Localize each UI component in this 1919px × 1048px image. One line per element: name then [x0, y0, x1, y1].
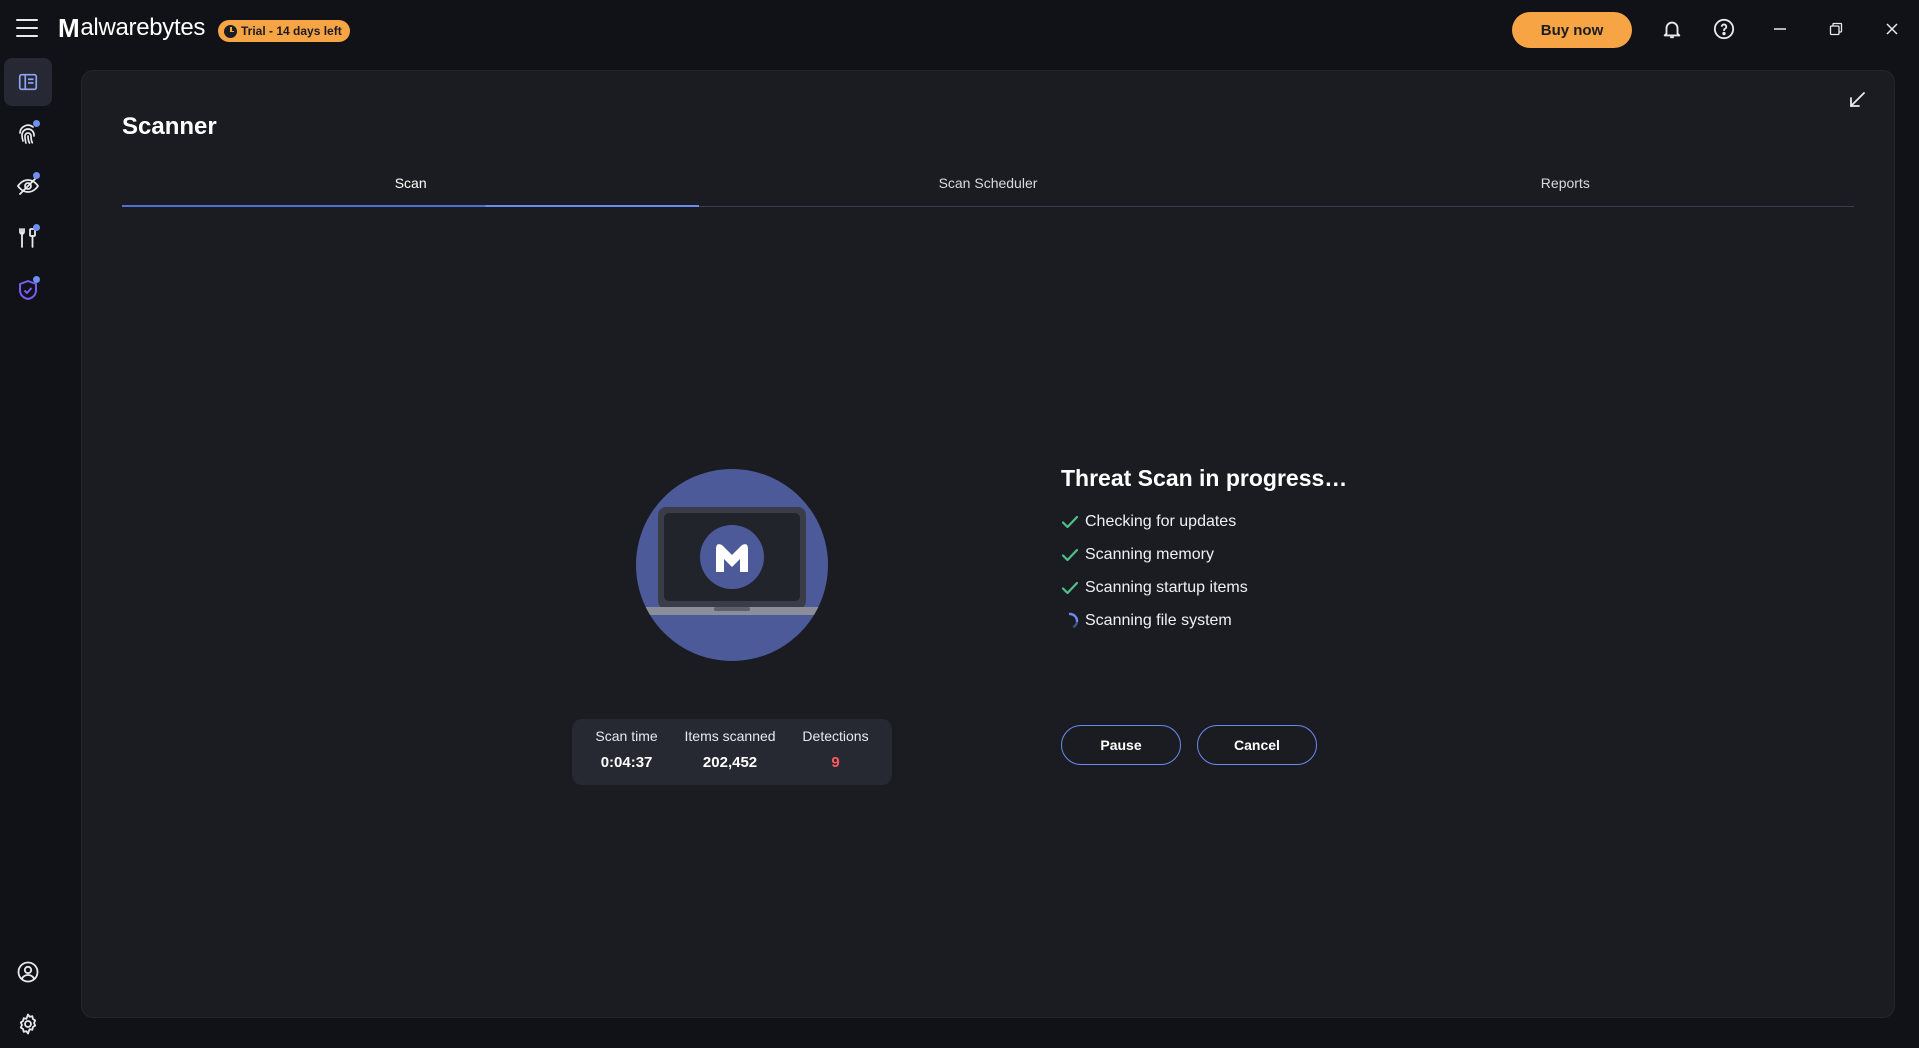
buy-now-button[interactable]: Buy now: [1512, 12, 1632, 48]
stat-scan-time: Scan time 0:04:37: [595, 728, 657, 785]
tab-scan-scheduler-label: Scan Scheduler: [938, 175, 1038, 191]
step-label: Checking for updates: [1085, 512, 1237, 530]
collapse-panel-icon[interactable]: [1842, 85, 1872, 115]
step-label: Scanning file system: [1085, 611, 1232, 629]
spinner-icon: [1061, 612, 1079, 630]
bell-icon[interactable]: [1658, 15, 1686, 43]
scan-stats-card: Scan time 0:04:37 Items scanned 202,452 …: [572, 719, 892, 785]
stat-value: 202,452: [702, 754, 758, 771]
checkmark-icon: [1061, 513, 1079, 531]
tab-reports-label: Reports: [1540, 175, 1590, 191]
title-bar: Malwarebytes Trial - 14 days left Buy no…: [0, 0, 1919, 58]
notification-dot: [33, 120, 40, 127]
tab-scan-label: Scan: [394, 175, 427, 191]
cancel-button[interactable]: Cancel: [1197, 725, 1317, 765]
scanner-panel: Scanner Scan Scan Scheduler Reports Scan…: [81, 70, 1895, 1018]
notification-dot: [33, 276, 40, 283]
list-item: Checking for updates: [1061, 505, 1248, 538]
minimize-icon[interactable]: [1766, 15, 1794, 43]
logo-mark: M: [58, 12, 80, 43]
help-icon[interactable]: [1710, 15, 1738, 43]
settings-gear-icon: [19, 1013, 37, 1035]
step-label: Scanning startup items: [1085, 578, 1248, 596]
account-icon: [17, 961, 39, 983]
stat-items-scanned: Items scanned 202,452: [685, 728, 776, 785]
list-item: Scanning memory: [1061, 538, 1248, 571]
clock-icon: [224, 24, 237, 38]
checkmark-icon: [1061, 546, 1079, 564]
tab-scan-scheduler[interactable]: Scan Scheduler: [699, 171, 1276, 206]
app-logo: Malwarebytes: [58, 13, 205, 43]
nav-rail: [0, 58, 56, 1035]
scanner-tabs: Scan Scan Scheduler Reports: [122, 171, 1854, 207]
pause-button[interactable]: Pause: [1061, 725, 1181, 765]
scan-status-title: Threat Scan in progress…: [1061, 465, 1348, 491]
notification-dot: [33, 172, 40, 179]
stat-label: Scan time: [595, 728, 658, 744]
active-tab-indicator: [122, 205, 699, 207]
stat-value: 0:04:37: [600, 754, 653, 771]
sidebar-item-tools[interactable]: [4, 214, 52, 262]
tab-reports[interactable]: Reports: [1277, 171, 1854, 206]
sidebar-item-settings[interactable]: [4, 1000, 52, 1048]
trial-badge[interactable]: Trial - 14 days left: [218, 20, 350, 42]
scan-illustration: [636, 469, 828, 661]
restore-icon[interactable]: [1822, 15, 1850, 43]
stat-value: 9: [831, 754, 840, 771]
stat-label: Detections: [802, 728, 869, 744]
scan-steps-list: Checking for updates Scanning memory Sca…: [1061, 505, 1248, 637]
sidebar-item-account[interactable]: [4, 948, 52, 996]
dashboard-icon: [18, 73, 38, 91]
page-title: Scanner: [122, 113, 217, 140]
tab-scan[interactable]: Scan: [122, 171, 699, 207]
trial-badge-label: Trial - 14 days left: [241, 24, 342, 38]
sidebar-item-dashboard[interactable]: [4, 58, 52, 106]
notification-dot: [33, 224, 40, 231]
list-item: Scanning startup items: [1061, 571, 1248, 604]
stat-label: Items scanned: [684, 728, 776, 744]
stat-detections[interactable]: Detections 9: [802, 728, 868, 785]
list-item: Scanning file system: [1061, 604, 1248, 637]
checkmark-icon: [1061, 579, 1079, 597]
menu-icon[interactable]: [14, 16, 40, 40]
logo-text: alwarebytes: [80, 14, 206, 41]
sidebar-item-identity[interactable]: [4, 266, 52, 314]
close-icon[interactable]: [1878, 15, 1906, 43]
sidebar-item-privacy[interactable]: [4, 162, 52, 210]
sidebar-item-real-time-protection[interactable]: [4, 110, 52, 158]
step-label: Scanning memory: [1085, 545, 1214, 563]
laptop-icon: [640, 507, 824, 615]
